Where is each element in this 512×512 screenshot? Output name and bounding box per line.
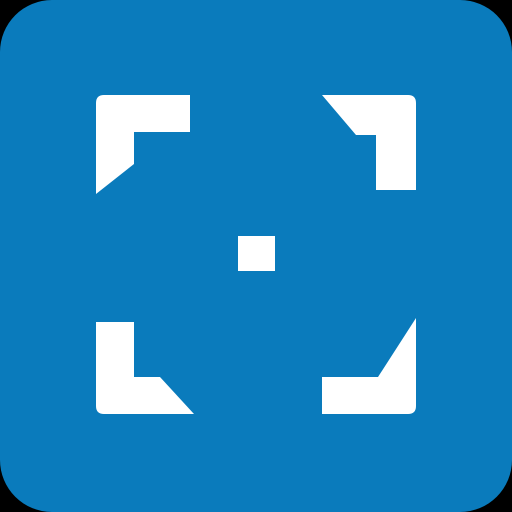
focus-frame-icon [0,0,512,512]
center-dot-icon [238,236,275,271]
app-icon[interactable] [0,0,512,512]
